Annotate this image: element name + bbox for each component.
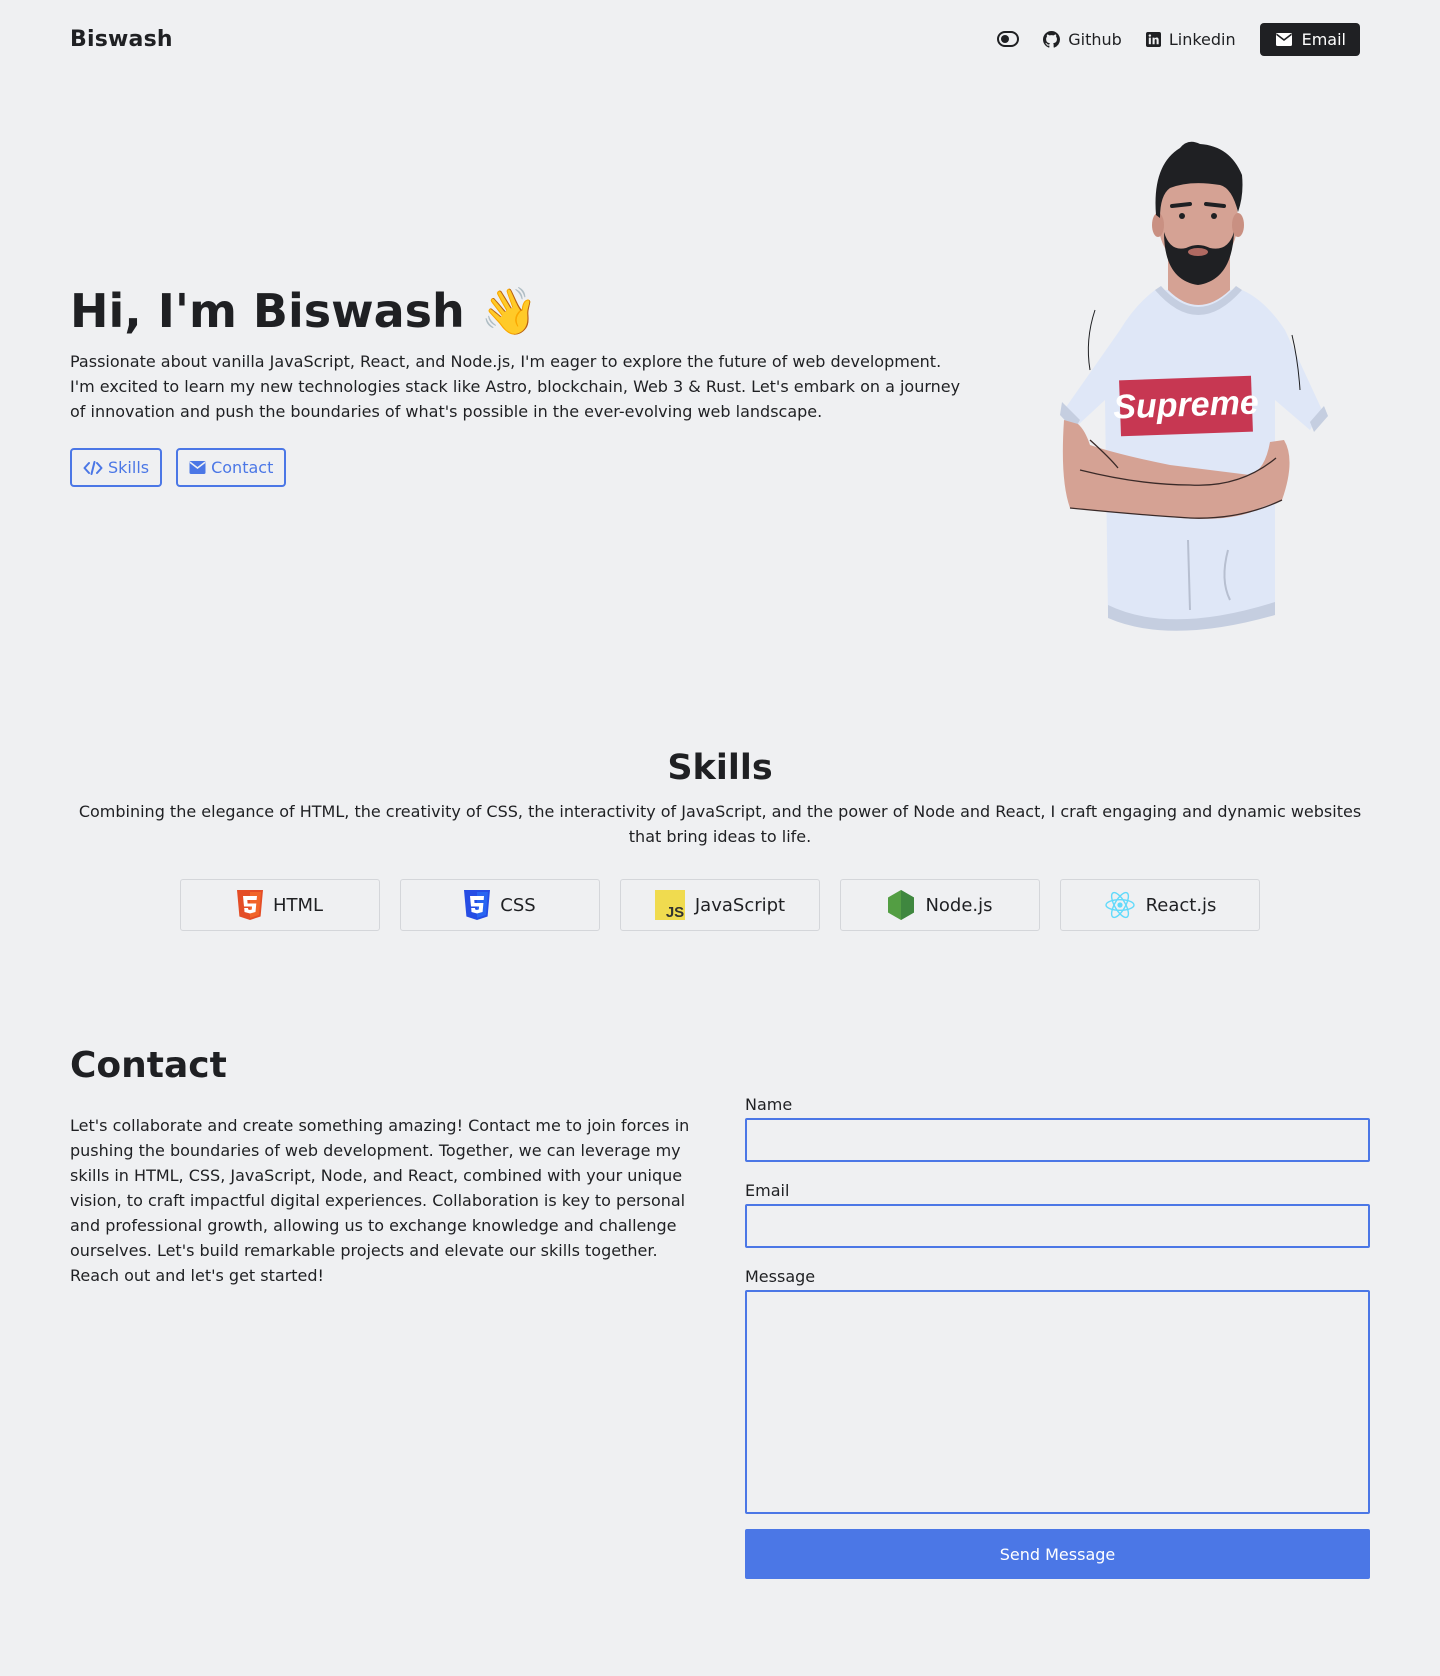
skills-button[interactable]: Skills <box>70 448 163 487</box>
navbar: Biswash Github Linkedin Email <box>70 22 1360 56</box>
javascript-icon: JS <box>654 890 685 920</box>
hero-buttons: Skills Contact <box>70 448 287 487</box>
skill-label: JavaScript <box>694 894 786 916</box>
name-group: Name <box>745 1095 1370 1162</box>
contact-button[interactable]: Contact <box>176 448 287 487</box>
name-label: Name <box>745 1095 793 1114</box>
github-link[interactable]: Github <box>1043 30 1122 49</box>
hero-description: Passionate about vanilla JavaScript, Rea… <box>70 352 961 421</box>
linkedin-icon <box>1145 31 1161 47</box>
github-icon <box>1043 30 1061 48</box>
svg-text:JS: JS <box>666 904 684 920</box>
skill-card-reactjs[interactable]: React.js <box>1060 879 1260 931</box>
skill-card-css[interactable]: CSS <box>400 879 600 931</box>
skill-card-html[interactable]: HTML <box>180 879 380 931</box>
message-group: Message <box>745 1267 1370 1514</box>
envelope-icon <box>189 461 206 474</box>
send-message-button[interactable]: Send Message <box>745 1529 1370 1579</box>
avatar-illustration: Supreme <box>1060 141 1328 631</box>
skills-description: Combining the elegance of HTML, the crea… <box>78 802 1362 846</box>
message-field[interactable] <box>745 1290 1370 1514</box>
contact-title: Contact <box>70 1045 227 1086</box>
contact-description: Let's collaborate and create something a… <box>70 1116 690 1285</box>
email-label: Email <box>745 1181 790 1200</box>
css3-icon <box>464 890 491 920</box>
message-label: Message <box>745 1267 816 1286</box>
skill-label: Node.js <box>925 894 993 916</box>
email-button-label: Email <box>1301 29 1346 49</box>
toggle-icon[interactable] <box>997 31 1020 47</box>
contact-form: Name Email Message Send Message <box>745 1095 1370 1579</box>
envelope-icon <box>1275 32 1292 46</box>
email-field[interactable] <box>745 1204 1370 1248</box>
linkedin-link[interactable]: Linkedin <box>1145 29 1236 49</box>
skill-label: React.js <box>1145 894 1217 916</box>
code-icon <box>83 460 103 475</box>
skills-list: HTML CSS JS JavaScript Node.js React.js <box>180 879 1260 931</box>
github-label: Github <box>1068 29 1122 49</box>
hero-title: Hi, I'm Biswash 👋 <box>70 284 539 338</box>
shirt-logo-text: Supreme <box>1113 383 1260 426</box>
name-field[interactable] <box>745 1118 1370 1162</box>
skills-title: Skills <box>667 748 773 788</box>
contact-button-label: Contact <box>211 458 274 477</box>
skill-card-javascript[interactable]: JS JavaScript <box>620 879 820 931</box>
email-button[interactable]: Email <box>1259 22 1360 56</box>
skill-card-nodejs[interactable]: Node.js <box>840 879 1040 931</box>
nodejs-icon <box>887 890 915 920</box>
skills-button-label: Skills <box>108 458 150 477</box>
email-group: Email <box>745 1181 1370 1248</box>
html5-icon <box>236 890 263 920</box>
react-icon <box>1104 891 1136 919</box>
skill-label: HTML <box>272 894 324 916</box>
brand-logo[interactable]: Biswash <box>70 27 173 52</box>
linkedin-label: Linkedin <box>1168 29 1236 49</box>
nav-links: Github Linkedin Email <box>997 22 1360 56</box>
skill-label: CSS <box>500 894 536 916</box>
